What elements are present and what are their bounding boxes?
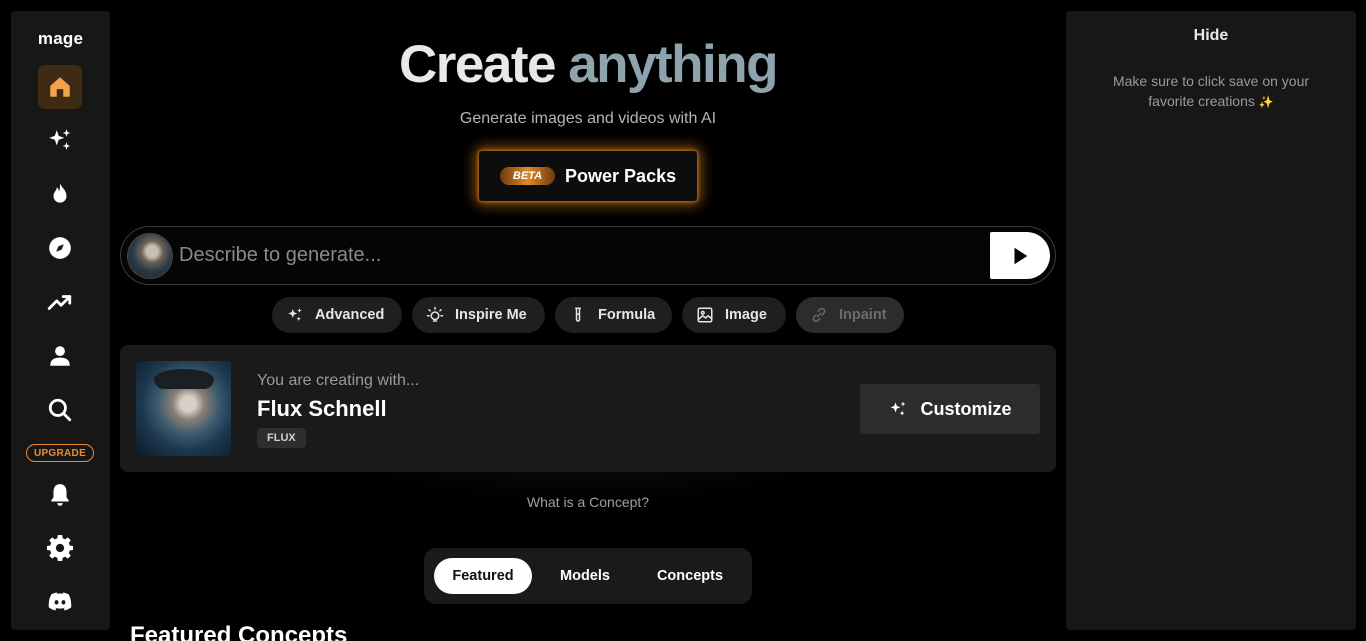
play-icon <box>1014 247 1028 264</box>
link-icon <box>812 307 826 323</box>
bell-icon <box>51 484 69 506</box>
lightbulb-icon <box>426 306 444 322</box>
sparkles-icon <box>890 401 906 416</box>
sidebar-item-discord[interactable] <box>38 580 82 624</box>
model-thumbnail[interactable] <box>136 361 231 456</box>
sidebar: mage UPGRADE <box>11 11 110 630</box>
hero-title-word1: Create <box>398 35 556 94</box>
sparkles-icon <box>288 308 302 321</box>
what-is-concept-link[interactable]: What is a Concept? <box>110 494 1066 510</box>
gear-icon <box>47 535 73 561</box>
creating-with-label: You are creating with... <box>257 372 420 389</box>
user-icon <box>50 346 70 366</box>
inspire-me-label: Inspire Me <box>455 307 527 323</box>
customize-label: Customize <box>920 398 1012 419</box>
hero-title-word2: anything <box>568 35 778 94</box>
main-content: Create anything Generate images and vide… <box>110 0 1066 641</box>
image-button[interactable]: Image <box>682 297 786 333</box>
flame-icon <box>53 183 67 203</box>
tab-featured[interactable]: Featured <box>434 558 532 594</box>
sidebar-item-profile[interactable] <box>38 334 82 378</box>
right-panel: Hide Make sure to click save on your fav… <box>1066 11 1356 630</box>
sidebar-item-notifications[interactable] <box>38 473 82 517</box>
upgrade-button[interactable]: UPGRADE <box>26 444 94 462</box>
hero-title: Create anything <box>110 34 1066 95</box>
image-label: Image <box>725 307 767 323</box>
inspire-me-button[interactable]: Inspire Me <box>412 297 545 333</box>
app-logo[interactable]: mage <box>11 29 110 49</box>
formula-button[interactable]: Formula <box>555 297 672 333</box>
inpaint-button[interactable]: Inpaint <box>796 297 904 333</box>
sidebar-item-settings[interactable] <box>38 526 82 570</box>
formula-label: Formula <box>598 307 656 323</box>
advanced-button[interactable]: Advanced <box>272 297 402 333</box>
beta-badge: BETA <box>499 167 556 185</box>
generate-button[interactable] <box>990 232 1050 279</box>
save-hint-text: Make sure to click save on your favorite… <box>1112 73 1310 109</box>
sidebar-item-home[interactable] <box>38 65 82 109</box>
trending-up-icon <box>47 295 72 310</box>
creating-with-card: You are creating with... Flux Schnell FL… <box>120 345 1056 472</box>
sidebar-item-create[interactable] <box>38 118 82 162</box>
hide-button[interactable]: Hide <box>1066 27 1356 45</box>
tab-concepts[interactable]: Concepts <box>638 558 742 594</box>
home-icon <box>50 77 70 97</box>
hero-subtitle: Generate images and videos with AI <box>459 110 717 127</box>
power-packs-button[interactable]: BETA Power Packs <box>479 151 697 201</box>
model-avatar[interactable] <box>127 233 173 279</box>
section-title: Featured Concepts <box>130 622 348 641</box>
customize-button[interactable]: Customize <box>860 384 1040 434</box>
model-tag: FLUX <box>257 428 306 448</box>
save-hint: Make sure to click save on your favorite… <box>1096 71 1326 112</box>
sidebar-item-trending[interactable] <box>38 172 82 216</box>
tab-models[interactable]: Models <box>542 558 628 594</box>
model-name: Flux Schnell <box>257 396 387 421</box>
option-chips: Advanced Inspire Me Formula Image Inpain… <box>110 297 1066 333</box>
prompt-bar <box>120 226 1056 285</box>
test-tube-icon <box>575 307 581 322</box>
power-packs-label: Power Packs <box>565 165 677 186</box>
inpaint-label: Inpaint <box>839 307 887 323</box>
sidebar-item-search[interactable] <box>38 388 82 432</box>
compass-icon <box>49 237 71 259</box>
advanced-label: Advanced <box>315 307 385 323</box>
sidebar-item-top[interactable] <box>38 280 82 324</box>
sparkle-emoji: ✨ <box>1258 95 1274 109</box>
sidebar-item-explore[interactable] <box>38 226 82 270</box>
content-tabs: Featured Models Concepts <box>424 548 752 604</box>
sparkles-icon <box>49 129 71 150</box>
prompt-input[interactable] <box>179 237 979 273</box>
image-icon <box>697 307 713 323</box>
discord-icon <box>48 592 72 611</box>
search-icon <box>48 398 72 422</box>
